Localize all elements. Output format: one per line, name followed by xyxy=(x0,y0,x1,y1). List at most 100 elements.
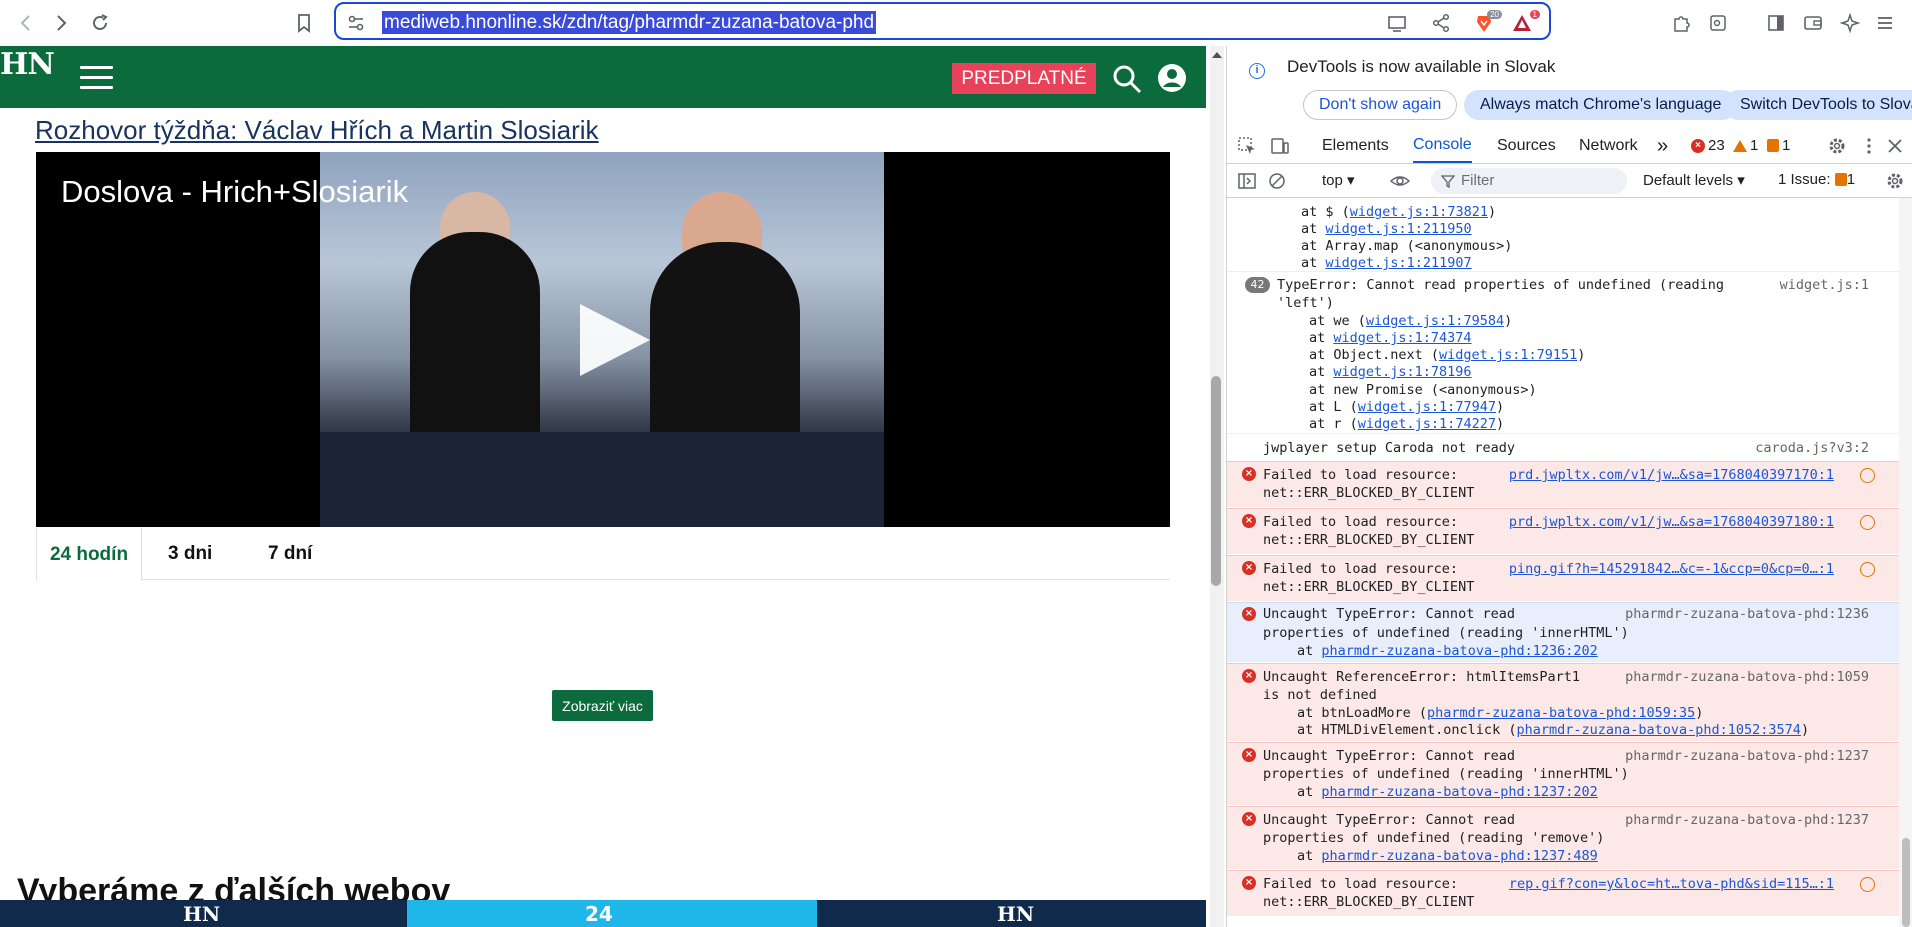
leo-ai-button[interactable] xyxy=(1836,9,1864,37)
clear-console-icon[interactable] xyxy=(1267,171,1287,191)
kebab-menu-icon[interactable] xyxy=(1859,136,1879,156)
network-request-icon[interactable] xyxy=(1860,515,1875,530)
switch-devtools-language-button[interactable]: Switch DevTools to Slovak xyxy=(1724,90,1912,120)
console-filter-input[interactable]: Filter xyxy=(1431,168,1627,194)
tab-3-days[interactable]: 3 dni xyxy=(168,528,212,580)
wallet-button[interactable] xyxy=(1799,9,1827,37)
bottom-link-hn-2[interactable]: HN xyxy=(817,900,1206,927)
url-text[interactable]: mediweb.hnonline.sk/zdn/tag/pharmdr-zuza… xyxy=(382,11,877,34)
source-link[interactable]: widget.js:1:79584 xyxy=(1366,313,1504,329)
source-link[interactable]: widget.js:1:74374 xyxy=(1333,330,1471,346)
console-error[interactable]: × Failed to load resource: net::ERR_BLOC… xyxy=(1227,870,1899,916)
message-source[interactable]: pharmdr-zuzana-batova-phd:1059 xyxy=(1625,668,1869,686)
bottom-link-hn[interactable]: HN xyxy=(0,900,407,927)
address-bar[interactable]: mediweb.hnonline.sk/zdn/tag/pharmdr-zuza… xyxy=(334,2,1551,40)
dont-show-again-button[interactable]: Don't show again xyxy=(1303,90,1458,120)
more-tabs-chevron-icon[interactable]: » xyxy=(1657,128,1668,164)
source-link[interactable]: widget.js:1:79151 xyxy=(1439,347,1577,363)
close-devtools-icon[interactable] xyxy=(1885,136,1905,156)
tab-console[interactable]: Console xyxy=(1413,128,1472,163)
message-source[interactable]: prd.jwpltx.com/v1/jw…&sa=1768040397180:1 xyxy=(1509,513,1834,531)
page-scroll-thumb[interactable] xyxy=(1211,376,1221,586)
device-toolbar-icon[interactable] xyxy=(1270,136,1290,156)
always-match-language-button[interactable]: Always match Chrome's language xyxy=(1464,90,1738,120)
menu-icon[interactable] xyxy=(80,66,113,90)
console-error[interactable]: × Failed to load resource: net::ERR_BLOC… xyxy=(1227,461,1899,507)
brave-shields-button[interactable]: 20 xyxy=(1472,10,1502,35)
inspect-element-icon[interactable] xyxy=(1237,136,1257,156)
live-expression-eye-icon[interactable] xyxy=(1389,171,1411,191)
context-selector[interactable]: top ▾ xyxy=(1322,171,1355,189)
source-link[interactable]: pharmdr-zuzana-batova-phd:1059:35 xyxy=(1427,705,1695,721)
tab-sources[interactable]: Sources xyxy=(1497,128,1556,164)
console-error[interactable]: × Failed to load resource: net::ERR_BLOC… xyxy=(1227,508,1899,554)
message-source[interactable]: widget.js:1 xyxy=(1780,276,1869,294)
source-link[interactable]: widget.js:1:74227 xyxy=(1358,416,1496,432)
video-player[interactable]: Doslova - Hrich+Slosiarik xyxy=(36,152,1170,527)
search-icon[interactable] xyxy=(1112,64,1142,94)
reload-button[interactable] xyxy=(86,9,114,37)
message-source[interactable]: ping.gif?h=145291842…&c=-1&ccp=0&cp=0…:1 xyxy=(1509,560,1834,578)
share-icon xyxy=(1432,13,1450,33)
source-link[interactable]: widget.js:1:211907 xyxy=(1325,255,1471,271)
source-link[interactable]: pharmdr-zuzana-batova-phd:1052:3574 xyxy=(1516,722,1800,738)
load-more-button[interactable]: Zobraziť viac xyxy=(552,690,653,721)
issue-counter[interactable]: 1 xyxy=(1767,137,1790,154)
error-counter[interactable]: × 23 xyxy=(1691,137,1725,154)
console-message[interactable]: 42 TypeError: Cannot read properties of … xyxy=(1227,271,1899,432)
console-scrollbar[interactable] xyxy=(1899,198,1912,927)
console-scroll-thumb[interactable] xyxy=(1902,838,1910,927)
console-error[interactable]: × Uncaught ReferenceError: htmlItemsPart… xyxy=(1227,663,1899,741)
message-source[interactable]: pharmdr-zuzana-batova-phd:1237 xyxy=(1625,811,1869,829)
sidebar-button[interactable] xyxy=(1762,9,1790,37)
console-message[interactable]: at $ (widget.js:1:73821) at widget.js:1:… xyxy=(1227,198,1899,271)
forward-button[interactable] xyxy=(47,9,75,37)
tab-elements[interactable]: Elements xyxy=(1322,128,1389,164)
source-link[interactable]: pharmdr-zuzana-batova-phd:1236:202 xyxy=(1321,643,1597,659)
issues-button[interactable]: 1 Issue: 1 xyxy=(1778,171,1855,188)
tab-network[interactable]: Network xyxy=(1579,128,1638,164)
network-request-icon[interactable] xyxy=(1860,468,1875,483)
message-source[interactable]: prd.jwpltx.com/v1/jw…&sa=1768040397170:1 xyxy=(1509,466,1834,484)
source-link[interactable]: pharmdr-zuzana-batova-phd:1237:489 xyxy=(1321,848,1597,864)
tab-24-hours[interactable]: 24 hodín xyxy=(36,528,142,581)
console-error[interactable]: × Uncaught TypeError: Cannot read proper… xyxy=(1227,806,1899,869)
tab-7-days[interactable]: 7 dní xyxy=(268,528,312,580)
warning-counter[interactable]: 1 xyxy=(1733,137,1758,154)
reader-mode-button[interactable] xyxy=(1704,9,1732,37)
console-error[interactable]: × Uncaught TypeError: Cannot read proper… xyxy=(1227,602,1899,662)
main-menu-button[interactable] xyxy=(1871,9,1899,37)
settings-gear-icon[interactable] xyxy=(1827,136,1847,156)
network-request-icon[interactable] xyxy=(1860,562,1875,577)
page-scrollbar[interactable] xyxy=(1210,46,1224,927)
message-source[interactable]: caroda.js?v3:2 xyxy=(1755,439,1869,457)
extensions-button[interactable] xyxy=(1667,9,1695,37)
sidebar-toggle-icon[interactable] xyxy=(1237,171,1257,191)
message-source[interactable]: pharmdr-zuzana-batova-phd:1237 xyxy=(1625,747,1869,765)
source-link[interactable]: pharmdr-zuzana-batova-phd:1237:202 xyxy=(1321,784,1597,800)
console-error[interactable]: × Failed to load resource: net::ERR_BLOC… xyxy=(1227,555,1899,601)
console-settings-gear-icon[interactable] xyxy=(1885,171,1905,191)
subscribe-button[interactable]: PREDPLATNÉ xyxy=(952,63,1096,94)
brave-rewards-button[interactable]: 1 xyxy=(1510,10,1540,35)
network-request-icon[interactable] xyxy=(1860,877,1875,892)
source-link[interactable]: widget.js:1:78196 xyxy=(1333,364,1471,380)
share-button[interactable] xyxy=(1429,11,1453,35)
back-button[interactable] xyxy=(12,9,40,37)
message-source[interactable]: rep.gif?con=y&loc=ht…tova-phd&sid=115…:1 xyxy=(1509,875,1834,893)
message-source[interactable]: pharmdr-zuzana-batova-phd:1236 xyxy=(1625,605,1869,623)
site-info-button[interactable] xyxy=(344,11,368,35)
source-link[interactable]: widget.js:1:211950 xyxy=(1325,221,1471,237)
cast-button[interactable] xyxy=(1385,11,1409,35)
console-error[interactable]: × Uncaught TypeError: Cannot read proper… xyxy=(1227,742,1899,805)
console-message[interactable]: jwplayer setup Caroda not ready caroda.j… xyxy=(1227,433,1899,461)
hn-logo[interactable]: HN xyxy=(0,47,55,82)
user-account-icon[interactable] xyxy=(1157,63,1187,93)
bottom-link-24[interactable]: 24 xyxy=(407,900,817,927)
article-link[interactable]: Rozhovor týždňa: Václav Hřích a Martin S… xyxy=(35,115,599,146)
log-levels-dropdown[interactable]: Default levels ▾ xyxy=(1643,171,1745,189)
play-icon[interactable] xyxy=(574,300,654,380)
source-link[interactable]: widget.js:1:77947 xyxy=(1358,399,1496,415)
source-link[interactable]: widget.js:1:73821 xyxy=(1350,204,1488,220)
bookmark-button[interactable] xyxy=(290,9,318,37)
